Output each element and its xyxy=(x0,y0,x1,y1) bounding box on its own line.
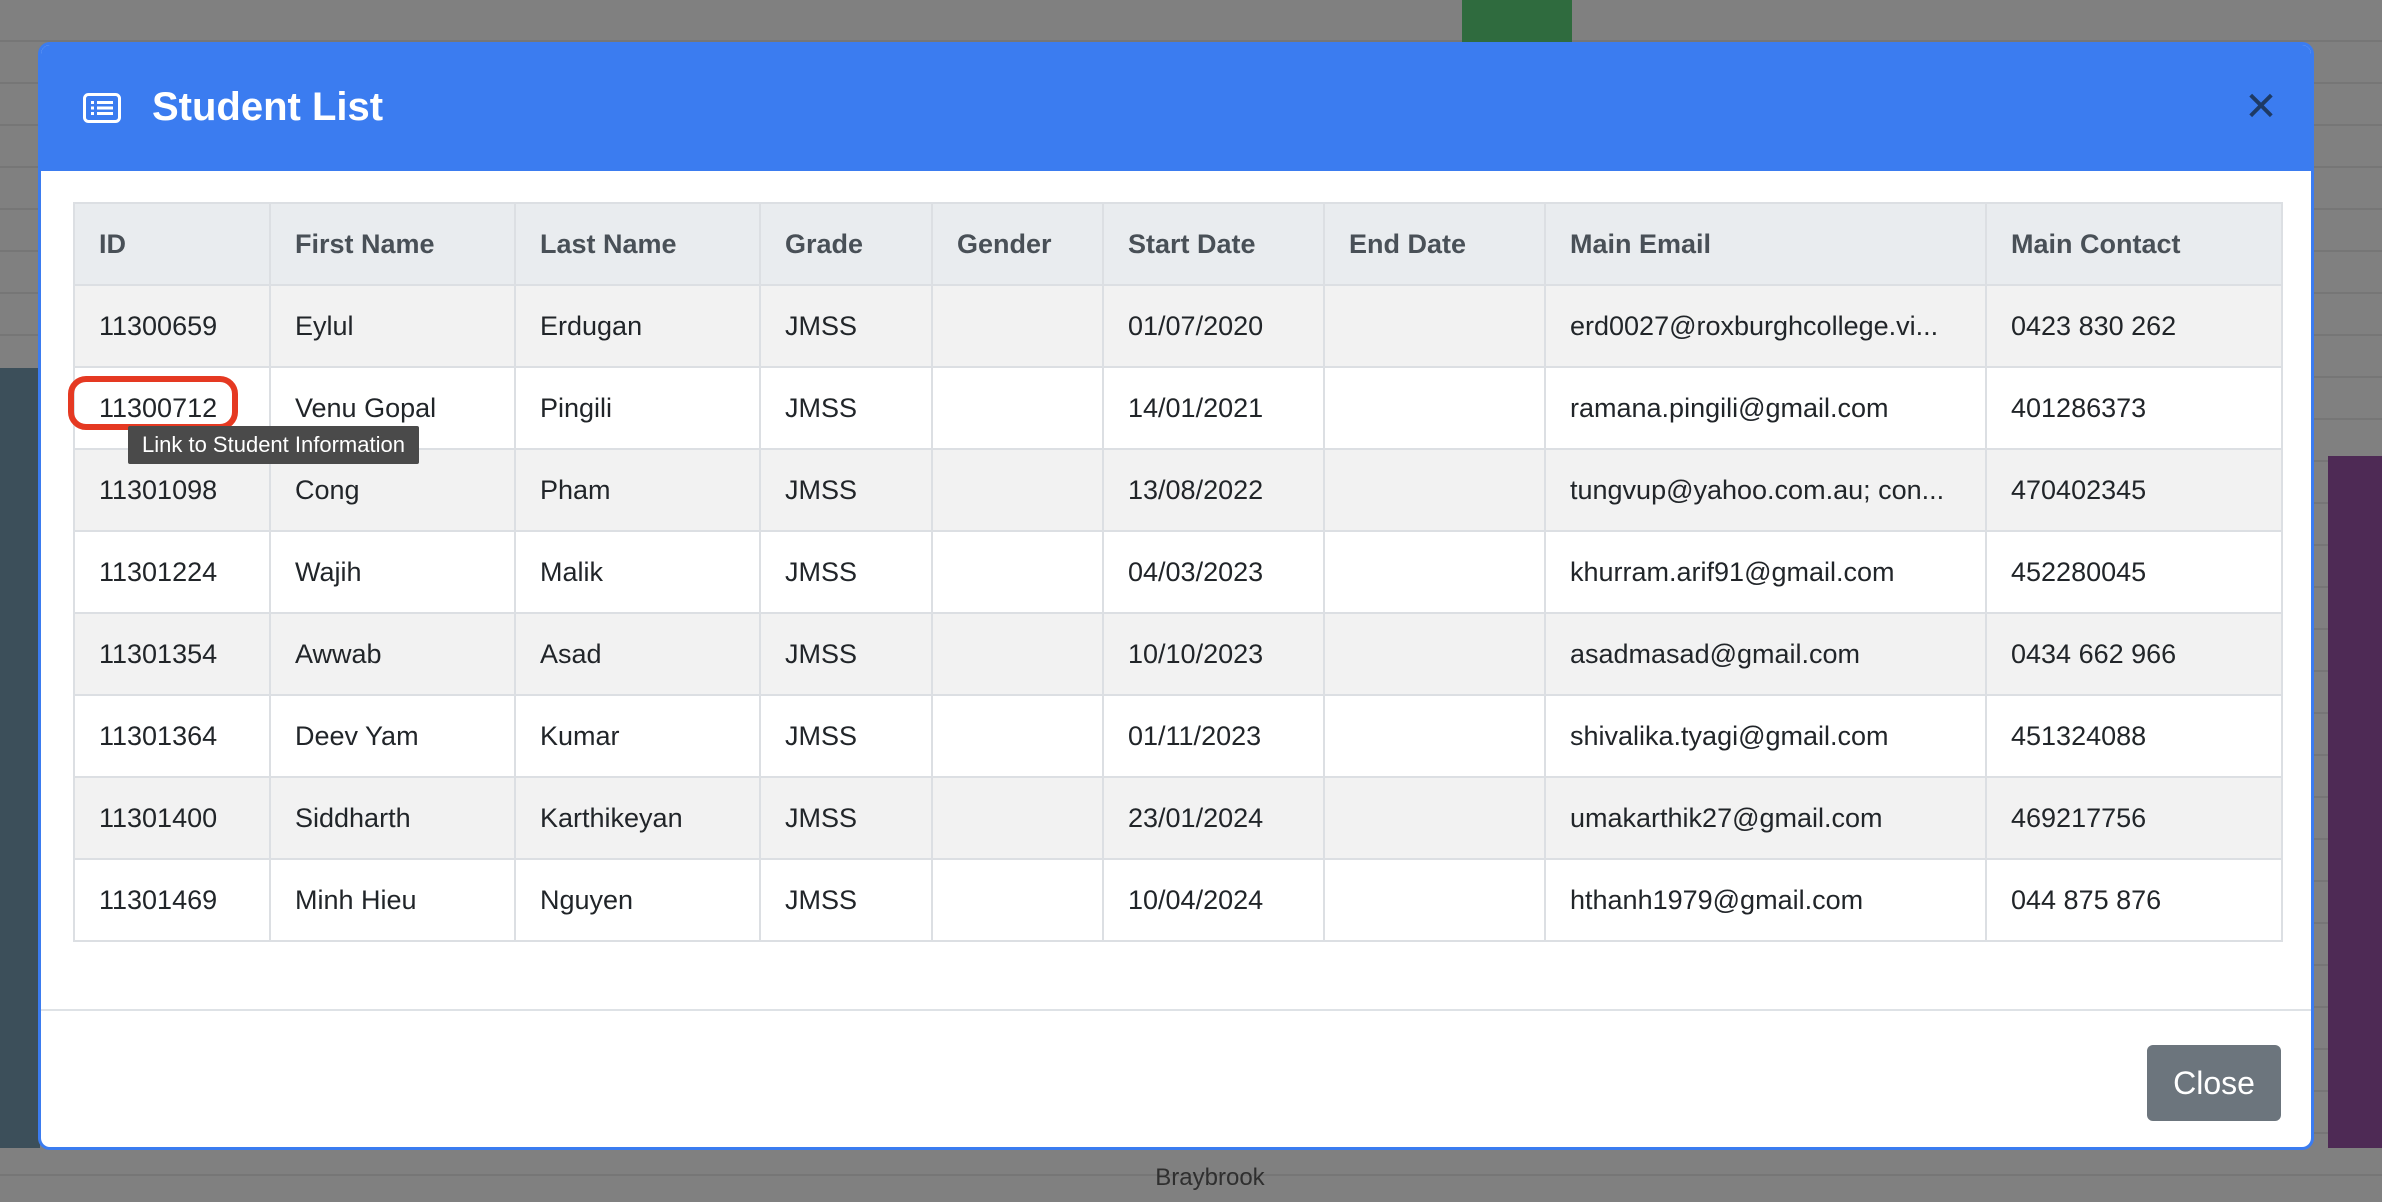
main-email-cell: tungvup@yahoo.com.au; con... xyxy=(1544,448,1987,532)
main-email-cell: erd0027@roxburghcollege.vi... xyxy=(1544,284,1987,368)
first-name-cell: Awwab xyxy=(269,612,516,696)
footer-divider xyxy=(41,1009,2311,1011)
gender-cell xyxy=(931,530,1104,614)
grade-cell: JMSS xyxy=(759,530,933,614)
grade-cell: JMSS xyxy=(759,284,933,368)
grade-cell: JMSS xyxy=(759,858,933,942)
start-date-cell: 10/10/2023 xyxy=(1102,612,1325,696)
close-icon[interactable]: ✕ xyxy=(2241,87,2281,127)
main-contact-cell: 451324088 xyxy=(1985,694,2283,778)
student-id-link[interactable]: 11301400 xyxy=(73,776,271,860)
background-purple-bar xyxy=(2328,456,2382,1148)
end-date-cell xyxy=(1323,612,1546,696)
student-id-link[interactable]: 11301224 xyxy=(73,530,271,614)
end-date-cell xyxy=(1323,694,1546,778)
gender-cell xyxy=(931,694,1104,778)
student-id-link[interactable]: 11301354 xyxy=(73,612,271,696)
table-row[interactable]: 11301224 Wajih Malik JMSS 04/03/2023 khu… xyxy=(73,530,2283,614)
gender-cell xyxy=(931,448,1104,532)
first-name-cell: Minh Hieu xyxy=(269,858,516,942)
table-row[interactable]: 11300659 Eylul Erdugan JMSS 01/07/2020 e… xyxy=(73,284,2283,368)
modal-header: Student List ✕ xyxy=(41,45,2311,171)
main-email-cell: hthanh1979@gmail.com xyxy=(1544,858,1987,942)
last-name-cell: Kumar xyxy=(514,694,761,778)
start-date-cell: 10/04/2024 xyxy=(1102,858,1325,942)
student-id-link[interactable]: 11301469 xyxy=(73,858,271,942)
end-date-cell xyxy=(1323,366,1546,450)
modal-title: Student List xyxy=(152,85,384,129)
tooltip: Link to Student Information xyxy=(128,426,419,464)
main-email-cell: shivalika.tyagi@gmail.com xyxy=(1544,694,1987,778)
main-email-cell: khurram.arif91@gmail.com xyxy=(1544,530,1987,614)
last-name-cell: Karthikeyan xyxy=(514,776,761,860)
main-contact-cell: 470402345 xyxy=(1985,448,2283,532)
column-header-gender[interactable]: Gender xyxy=(931,202,1104,286)
background-footer-text: Braybrook xyxy=(1155,1164,1265,1191)
main-email-cell: asadmasad@gmail.com xyxy=(1544,612,1987,696)
start-date-cell: 13/08/2022 xyxy=(1102,448,1325,532)
table-row[interactable]: 11301364 Deev Yam Kumar JMSS 01/11/2023 … xyxy=(73,694,2283,778)
main-email-cell: umakarthik27@gmail.com xyxy=(1544,776,1987,860)
student-id-link[interactable]: 11301364 xyxy=(73,694,271,778)
grade-cell: JMSS xyxy=(759,776,933,860)
main-contact-cell: 0434 662 966 xyxy=(1985,612,2283,696)
first-name-cell: Deev Yam xyxy=(269,694,516,778)
first-name-cell: Siddharth xyxy=(269,776,516,860)
main-email-cell: ramana.pingili@gmail.com xyxy=(1544,366,1987,450)
column-header-end-date[interactable]: End Date xyxy=(1323,202,1546,286)
gender-cell xyxy=(931,776,1104,860)
start-date-cell: 01/11/2023 xyxy=(1102,694,1325,778)
column-header-id[interactable]: ID xyxy=(73,202,271,286)
student-table: ID First Name Last Name Grade Gender Sta… xyxy=(73,202,2283,942)
grade-cell: JMSS xyxy=(759,612,933,696)
start-date-cell: 14/01/2021 xyxy=(1102,366,1325,450)
column-header-main-contact[interactable]: Main Contact xyxy=(1985,202,2283,286)
main-contact-cell: 469217756 xyxy=(1985,776,2283,860)
column-header-start-date[interactable]: Start Date xyxy=(1102,202,1325,286)
last-name-cell: Pingili xyxy=(514,366,761,450)
grade-cell: JMSS xyxy=(759,694,933,778)
last-name-cell: Pham xyxy=(514,448,761,532)
start-date-cell: 01/07/2020 xyxy=(1102,284,1325,368)
grade-cell: JMSS xyxy=(759,448,933,532)
student-table-container: ID First Name Last Name Grade Gender Sta… xyxy=(73,202,2283,942)
student-id-link[interactable]: 11300659 xyxy=(73,284,271,368)
main-contact-cell: 044 875 876 xyxy=(1985,858,2283,942)
first-name-cell: Wajih xyxy=(269,530,516,614)
first-name-cell: Eylul xyxy=(269,284,516,368)
end-date-cell xyxy=(1323,858,1546,942)
table-header-row: ID First Name Last Name Grade Gender Sta… xyxy=(73,202,2283,286)
last-name-cell: Asad xyxy=(514,612,761,696)
table-row[interactable]: 11301400 Siddharth Karthikeyan JMSS 23/0… xyxy=(73,776,2283,860)
table-row[interactable]: 11301354 Awwab Asad JMSS 10/10/2023 asad… xyxy=(73,612,2283,696)
table-row[interactable]: 11301469 Minh Hieu Nguyen JMSS 10/04/202… xyxy=(73,858,2283,942)
gender-cell xyxy=(931,366,1104,450)
last-name-cell: Nguyen xyxy=(514,858,761,942)
background-blue-bar xyxy=(0,368,40,1148)
main-contact-cell: 401286373 xyxy=(1985,366,2283,450)
end-date-cell xyxy=(1323,530,1546,614)
column-header-grade[interactable]: Grade xyxy=(759,202,933,286)
column-header-first-name[interactable]: First Name xyxy=(269,202,516,286)
gender-cell xyxy=(931,284,1104,368)
gender-cell xyxy=(931,858,1104,942)
gender-cell xyxy=(931,612,1104,696)
main-contact-cell: 452280045 xyxy=(1985,530,2283,614)
last-name-cell: Malik xyxy=(514,530,761,614)
end-date-cell xyxy=(1323,776,1546,860)
start-date-cell: 04/03/2023 xyxy=(1102,530,1325,614)
end-date-cell xyxy=(1323,448,1546,532)
end-date-cell xyxy=(1323,284,1546,368)
grade-cell: JMSS xyxy=(759,366,933,450)
column-header-main-email[interactable]: Main Email xyxy=(1544,202,1987,286)
start-date-cell: 23/01/2024 xyxy=(1102,776,1325,860)
column-header-last-name[interactable]: Last Name xyxy=(514,202,761,286)
close-button[interactable]: Close xyxy=(2147,1045,2281,1121)
last-name-cell: Erdugan xyxy=(514,284,761,368)
main-contact-cell: 0423 830 262 xyxy=(1985,284,2283,368)
list-icon xyxy=(83,93,121,123)
